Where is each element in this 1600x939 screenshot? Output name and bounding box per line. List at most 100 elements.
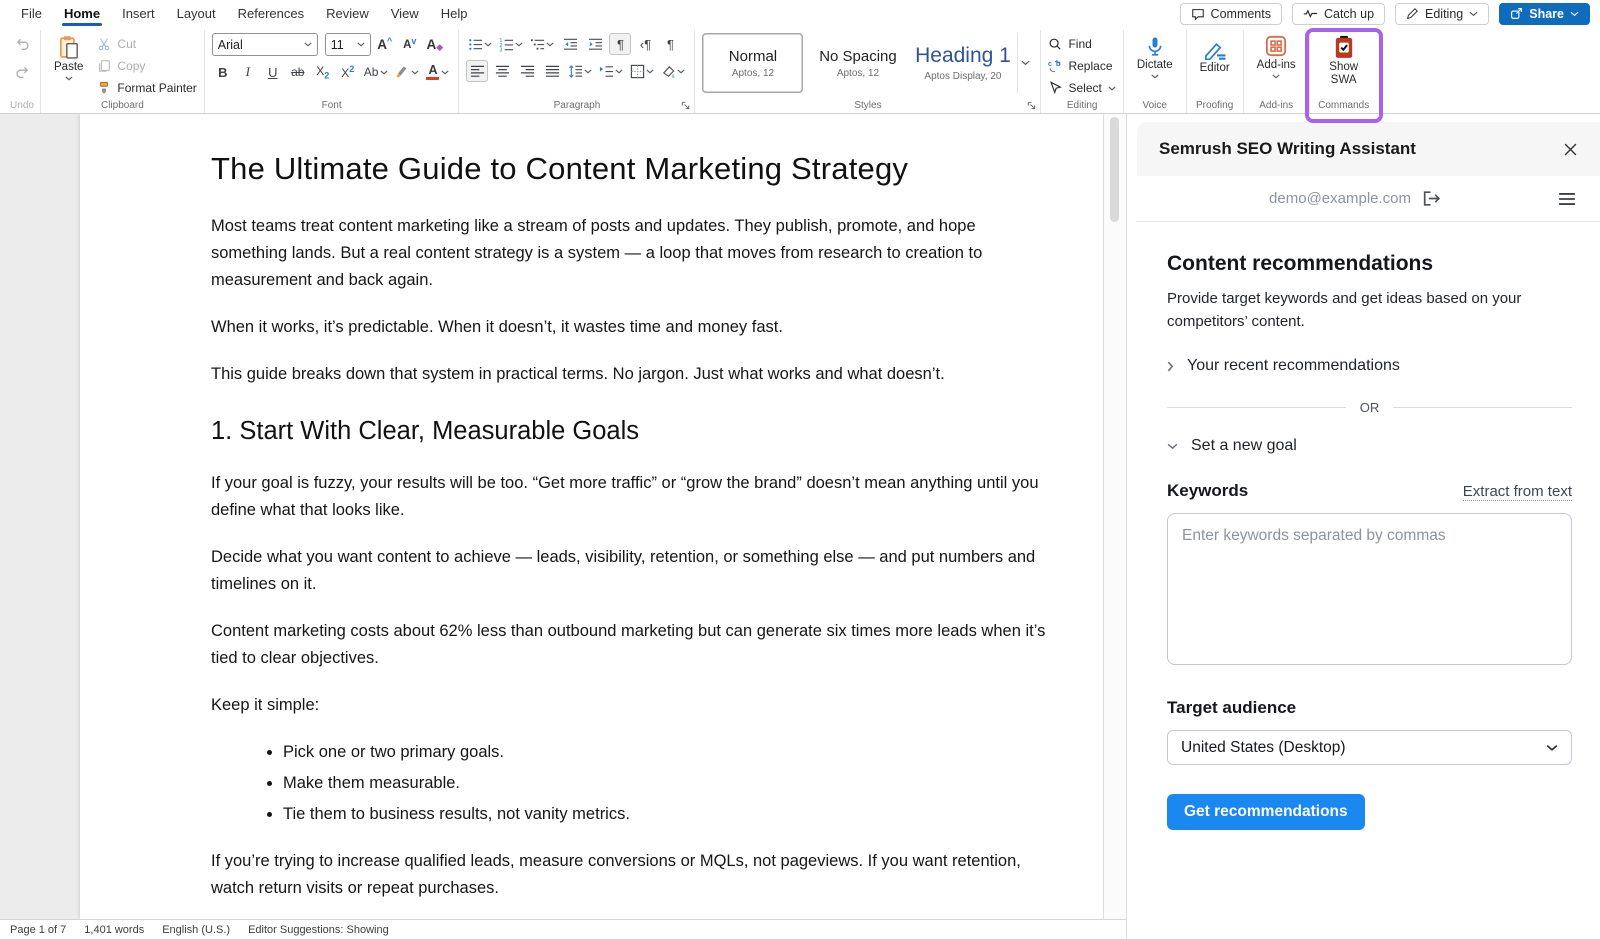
justify-button[interactable] <box>541 60 563 82</box>
copy-button[interactable]: Copy <box>97 57 196 75</box>
align-left-button[interactable] <box>466 60 488 82</box>
rtl-direction-button[interactable]: ‹¶ <box>634 33 656 55</box>
italic-button[interactable]: I <box>237 61 259 83</box>
styles-gallery-more-button[interactable] <box>1017 33 1033 93</box>
logout-button[interactable] <box>1421 190 1440 207</box>
panel-menu-button[interactable] <box>1558 192 1576 206</box>
clear-formatting-button[interactable]: A◆ <box>424 34 446 56</box>
styles-group-label: Styles <box>695 100 1040 111</box>
paragraph-spacing-button[interactable] <box>597 60 625 82</box>
shrink-font-button[interactable]: Av <box>399 34 421 56</box>
ltr-direction-button[interactable]: ¶ <box>609 33 631 55</box>
font-size-select[interactable]: 11 <box>325 33 371 56</box>
scrollbar-thumb[interactable] <box>1110 117 1119 222</box>
borders-button[interactable] <box>628 60 656 82</box>
add-ins-button[interactable]: Add-ins <box>1251 33 1302 81</box>
microphone-icon <box>1145 35 1165 57</box>
line-spacing-button[interactable] <box>566 60 594 82</box>
underline-button[interactable]: U <box>262 61 284 83</box>
tab-review[interactable]: Review <box>315 2 380 25</box>
align-right-button[interactable] <box>516 60 538 82</box>
strikethrough-button[interactable]: ab <box>287 61 309 83</box>
commands-group-label: Commands <box>1310 100 1378 111</box>
list-item: Tie them to business results, not vanity… <box>283 801 1055 827</box>
grow-font-button[interactable]: A^ <box>374 34 396 56</box>
tab-home[interactable]: Home <box>53 2 111 25</box>
share-label: Share <box>1529 7 1564 21</box>
line-spacing-icon <box>568 64 583 79</box>
font-name-select[interactable]: Arial <box>212 33 318 56</box>
editor-button[interactable]: Editor <box>1194 33 1236 77</box>
superscript-button[interactable]: X2 <box>337 61 359 83</box>
format-painter-icon <box>97 81 111 95</box>
tab-file[interactable]: File <box>10 2 53 25</box>
document-canvas: The Ultimate Guide to Content Marketing … <box>0 114 1126 919</box>
format-painter-label: Format Painter <box>117 81 196 95</box>
shading-button[interactable] <box>659 60 687 82</box>
share-button[interactable]: Share <box>1499 3 1590 25</box>
menu-bar: File Home Insert Layout References Revie… <box>0 0 1600 27</box>
get-recommendations-button[interactable]: Get recommendations <box>1167 794 1365 830</box>
set-new-goal-toggle[interactable]: Set a new goal <box>1167 437 1572 455</box>
decrease-indent-button[interactable] <box>559 33 581 55</box>
tab-insert[interactable]: Insert <box>111 2 166 25</box>
show-swa-button[interactable]: Show SWA <box>1317 33 1371 89</box>
dictate-button[interactable]: Dictate <box>1131 33 1179 81</box>
text-highlight-button[interactable] <box>393 61 421 83</box>
tab-layout[interactable]: Layout <box>166 2 227 25</box>
tab-help[interactable]: Help <box>430 2 479 25</box>
editor-label: Editor <box>1200 62 1230 75</box>
swa-clipboard-check-icon <box>1333 35 1355 59</box>
multilevel-list-button[interactable] <box>528 33 556 55</box>
word-count[interactable]: 1,401 words <box>84 924 144 936</box>
redo-button[interactable] <box>11 61 33 83</box>
styles-dialog-launcher-icon[interactable] <box>1026 100 1037 111</box>
font-name-value: Arial <box>218 38 243 52</box>
style-font-sub: Aptos, 12 <box>837 68 879 79</box>
increase-indent-button[interactable] <box>584 33 606 55</box>
subscript-button[interactable]: X2 <box>312 61 334 83</box>
justify-icon <box>545 64 560 79</box>
show-formatting-marks-button[interactable]: ¶ <box>659 33 681 55</box>
tab-view[interactable]: View <box>380 2 430 25</box>
page-indicator[interactable]: Page 1 of 7 <box>10 924 66 936</box>
document-scrollbar[interactable] <box>1104 114 1126 919</box>
tab-references[interactable]: References <box>227 2 315 25</box>
editor-suggestions-status[interactable]: Editor Suggestions: Showing <box>248 924 389 936</box>
bold-button[interactable]: B <box>212 61 234 83</box>
paragraph: If you’re trying to increase qualified l… <box>211 848 1055 902</box>
font-color-button[interactable]: A <box>424 61 451 83</box>
target-audience-select[interactable]: United States (Desktop) <box>1167 730 1572 765</box>
style-heading-1[interactable]: Heading 1 Aptos Display, 20 <box>912 33 1013 93</box>
find-button[interactable]: Find <box>1048 35 1091 52</box>
catch-up-button[interactable]: Catch up <box>1292 3 1385 25</box>
style-no-spacing[interactable]: No Spacing Aptos, 12 <box>807 33 908 93</box>
numbered-list-button[interactable] <box>497 33 525 55</box>
addins-group: Add-ins Add-ins <box>1244 30 1310 113</box>
extract-from-text-link[interactable]: Extract from text <box>1463 483 1572 501</box>
text-effects-button[interactable]: Ab <box>362 61 391 83</box>
editing-mode-button[interactable]: Editing <box>1395 3 1489 25</box>
document-page[interactable]: The Ultimate Guide to Content Marketing … <box>80 114 1103 919</box>
replace-button[interactable]: Replace <box>1048 57 1112 74</box>
borders-icon <box>630 64 645 79</box>
bullet-list-icon <box>468 37 483 52</box>
language-indicator[interactable]: English (U.S.) <box>162 924 230 936</box>
align-center-button[interactable] <box>491 60 513 82</box>
multilevel-list-icon <box>530 37 545 52</box>
panel-close-button[interactable] <box>1563 142 1578 157</box>
chevron-down-icon <box>484 42 492 47</box>
bullet-list-button[interactable] <box>466 33 494 55</box>
paste-button[interactable]: Paste <box>48 33 89 83</box>
comments-label: Comments <box>1211 7 1271 21</box>
style-normal[interactable]: Normal Aptos, 12 <box>702 33 803 93</box>
select-button[interactable]: Select <box>1048 80 1115 97</box>
comments-button[interactable]: Comments <box>1180 3 1282 25</box>
cut-button[interactable]: Cut <box>97 35 196 53</box>
paragraph-dialog-launcher-icon[interactable] <box>680 100 691 111</box>
recent-recommendations-link[interactable]: Your recent recommendations <box>1167 357 1572 375</box>
chevron-down-icon <box>380 70 388 75</box>
undo-button[interactable] <box>11 33 33 55</box>
keywords-input[interactable] <box>1167 513 1572 665</box>
format-painter-button[interactable]: Format Painter <box>97 79 196 97</box>
